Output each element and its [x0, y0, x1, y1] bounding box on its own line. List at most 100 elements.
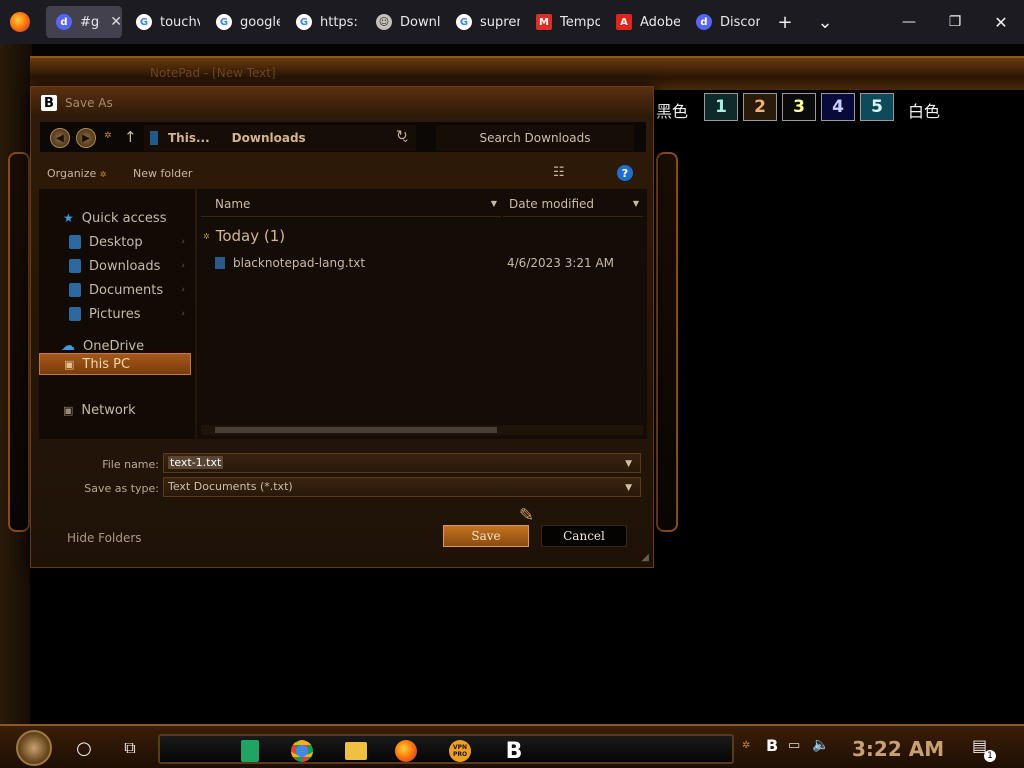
google-icon: G	[296, 14, 312, 30]
nav-label: Pictures	[89, 306, 141, 322]
chevron-down-icon[interactable]: ▼	[625, 454, 632, 474]
resize-grip-icon[interactable]: ◢	[641, 552, 649, 563]
tab-label: https:	[320, 14, 358, 30]
color-box-number: 5	[871, 97, 883, 117]
help-icon[interactable]: ?	[617, 165, 633, 181]
close-tab-icon[interactable]: ✕	[110, 14, 122, 30]
save-button[interactable]: Save	[443, 525, 529, 547]
tab-discord-active[interactable]: d #ge ✕	[46, 6, 122, 38]
star-icon: ★	[63, 211, 74, 225]
close-window-button[interactable]: ✕	[986, 8, 1016, 36]
color-box-3[interactable]: 3	[782, 93, 816, 121]
file-name-field[interactable]: text-1.txt ▼	[163, 453, 641, 473]
tab-google-search[interactable]: G google	[206, 6, 280, 38]
network-icon: ▣	[63, 403, 74, 417]
notepad-titlebar: NotePad - [New Text]	[30, 56, 1024, 90]
nav-item-downloads[interactable]: Downloads ›	[39, 255, 191, 277]
sort-chevron-icon: ▼	[632, 199, 639, 208]
forward-button[interactable]: ▶	[76, 128, 96, 148]
white-color-label: 白色	[908, 102, 941, 121]
volume-muted-icon[interactable]: 🔈	[812, 737, 829, 753]
nav-item-network[interactable]: ▣ Network	[39, 399, 191, 421]
organize-label: Organize	[47, 167, 97, 180]
save-as-dialog: B Save As ◀ ▶ ✲ ↑ This... Downloads ⌄ ↻ …	[30, 86, 654, 568]
blacknotepad-tray-icon[interactable]: B	[766, 736, 778, 755]
color-box-4[interactable]: 4	[821, 93, 855, 121]
chevron-down-icon[interactable]: ▼	[625, 478, 632, 498]
tab-adobe[interactable]: A Adobe	[606, 6, 680, 38]
collapse-icon: ✲	[203, 231, 210, 241]
nav-item-quick-access[interactable]: ★ Quick access	[43, 207, 195, 229]
save-type-value: Text Documents (*.txt)	[168, 480, 293, 493]
notepad-title: NotePad - [New Text]	[150, 66, 276, 80]
dialog-titlebar: B Save As	[41, 95, 113, 111]
restore-button[interactable]: ❐	[940, 8, 970, 36]
pin-icon: ›	[181, 309, 185, 319]
address-bar: ◀ ▶ ✲ ↑ This... Downloads ⌄ ↻ Search Dow…	[39, 121, 647, 153]
file-row[interactable]: blacknotepad-lang.txt 4/6/2023 3:21 AM	[215, 253, 635, 273]
view-options-icon[interactable]: ☷	[553, 165, 565, 180]
search-input[interactable]: Search Downloads	[436, 125, 634, 151]
nav-item-documents[interactable]: Documents ›	[39, 279, 191, 301]
tray-expand-icon[interactable]: ✲	[742, 740, 750, 751]
color-box-number: 2	[754, 97, 766, 117]
nav-item-this-pc[interactable]: ▣ This PC	[39, 353, 191, 375]
dialog-title: Save As	[65, 96, 113, 110]
vpn-pro-icon[interactable]: VPN PRO	[446, 737, 474, 765]
recent-locations-icon[interactable]: ✲	[104, 131, 112, 141]
new-folder-button[interactable]: New folder	[133, 167, 192, 180]
column-header-date-modified[interactable]: Date modified ▼	[503, 191, 643, 217]
blacknotepad-icon[interactable]: B	[500, 737, 528, 765]
breadcrumb-downloads[interactable]: Downloads	[232, 131, 306, 145]
sheets-icon[interactable]	[236, 737, 264, 765]
discord-icon: d	[56, 14, 72, 30]
refresh-icon[interactable]: ↻	[396, 128, 408, 144]
scrollbar-thumb[interactable]	[215, 427, 497, 433]
color-box-2[interactable]: 2	[743, 93, 777, 121]
save-type-label: Save as type:	[84, 482, 159, 495]
nav-item-desktop[interactable]: Desktop ›	[39, 231, 191, 253]
save-type-select[interactable]: Text Documents (*.txt) ▼	[163, 477, 641, 497]
blacknotepad-icon: B	[41, 95, 57, 111]
firefox-menu-icon[interactable]	[10, 12, 30, 32]
cancel-button[interactable]: Cancel	[541, 525, 627, 547]
up-folder-button[interactable]: ↑	[124, 128, 137, 146]
tab-label: Tempo	[560, 14, 600, 30]
file-date: 4/6/2023 3:21 AM	[507, 256, 615, 270]
horizontal-scrollbar[interactable]	[201, 425, 643, 435]
group-header-today[interactable]: ✲ Today (1)	[203, 227, 285, 245]
steampunk-cursor-icon: ✎	[519, 505, 535, 526]
color-box-number: 4	[832, 97, 844, 117]
organize-button[interactable]: Organize ✲	[47, 167, 106, 180]
nav-item-pictures[interactable]: Pictures ›	[39, 303, 191, 325]
file-explorer-icon[interactable]	[342, 737, 370, 765]
list-all-tabs-button[interactable]: ⌄	[810, 8, 840, 36]
file-name-row: File name: text-1.txt ▼	[39, 453, 647, 475]
column-label: Date modified	[509, 196, 595, 211]
tab-label: google	[240, 14, 280, 30]
breadcrumb-this-pc[interactable]: This...	[168, 131, 210, 145]
tab-google-touch[interactable]: G touchv	[126, 6, 200, 38]
tab-discord[interactable]: d Discor	[686, 6, 760, 38]
search-circle-icon[interactable]: ○	[70, 734, 98, 762]
task-view-icon[interactable]: ⧉	[116, 734, 144, 762]
tab-google-supreme[interactable]: G supren	[446, 6, 520, 38]
network-tray-icon[interactable]: ▭	[788, 738, 800, 753]
back-button[interactable]: ◀	[50, 128, 70, 148]
color-box-1[interactable]: 1	[704, 93, 738, 121]
tab-downloader[interactable]: ☺ Downlo	[366, 6, 440, 38]
column-header-name[interactable]: Name ▼	[201, 191, 501, 217]
tab-tempmail[interactable]: M Tempo	[526, 6, 600, 38]
color-selector-bar: 黑色 1 2 3 4 5 白色	[652, 90, 1024, 152]
breadcrumb[interactable]: This... Downloads ⌄	[144, 125, 416, 151]
firefox-icon[interactable]	[392, 737, 420, 765]
new-tab-button[interactable]: +	[770, 8, 800, 36]
minimize-button[interactable]: —	[894, 8, 924, 36]
hide-folders-button[interactable]: Hide Folders	[67, 531, 142, 545]
start-button[interactable]	[16, 730, 52, 766]
taskbar-clock[interactable]: 3:22 AM	[852, 737, 944, 761]
tab-google-https[interactable]: G https:	[286, 6, 360, 38]
chrome-icon[interactable]	[288, 737, 316, 765]
documents-icon	[69, 283, 81, 297]
color-box-5[interactable]: 5	[860, 93, 894, 121]
